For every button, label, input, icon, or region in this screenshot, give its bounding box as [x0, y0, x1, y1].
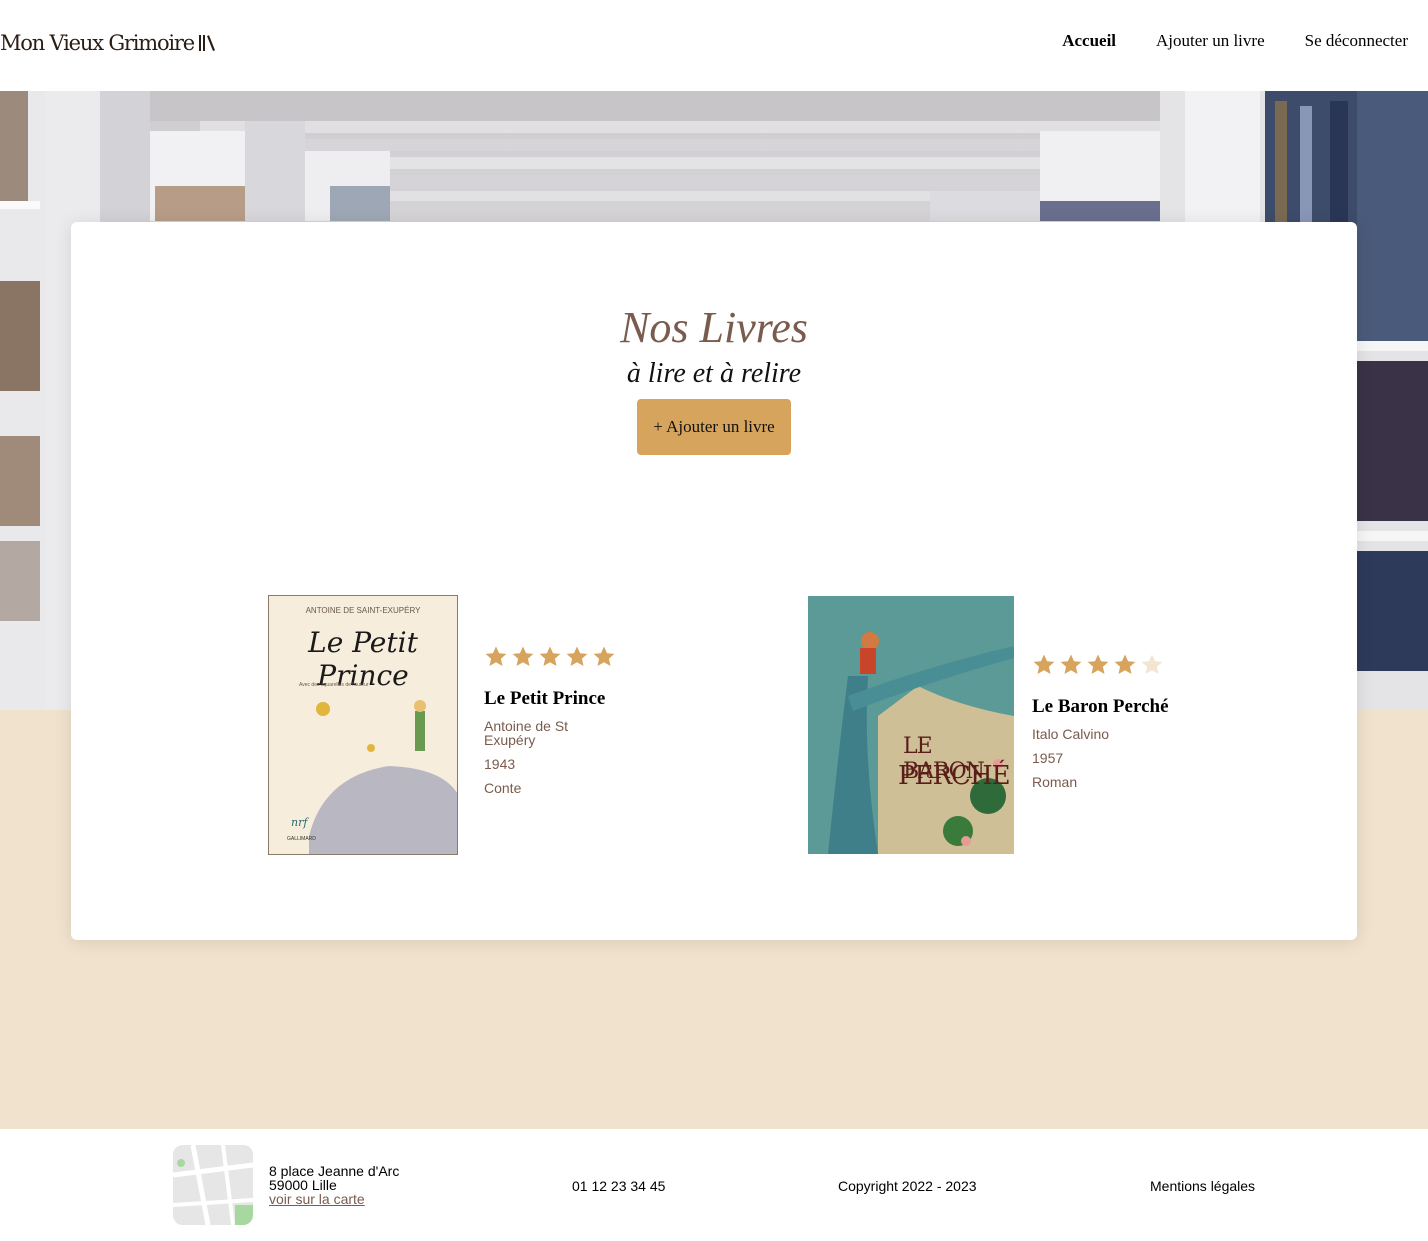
books-card: Nos Livres à lire et à relire + Ajouter …: [71, 222, 1357, 940]
page-title: Nos Livres: [620, 303, 808, 352]
cover-illustration: [808, 596, 1014, 854]
star-filled-icon: [593, 646, 615, 666]
book-author: Italo Calvino: [1032, 726, 1110, 742]
nav-add-book[interactable]: Ajouter un livre: [1156, 31, 1265, 51]
rating-stars: [1032, 653, 1164, 677]
footer: 8 place Jeanne d'Arc 59000 Lille voir su…: [0, 1129, 1428, 1241]
books-logo-icon: [199, 35, 215, 51]
star-filled-icon: [485, 646, 507, 666]
map-link[interactable]: voir sur la carte: [269, 1191, 365, 1207]
book-year: 1943: [484, 756, 516, 772]
address-line1: 8 place Jeanne d'Arc: [269, 1163, 400, 1179]
add-book-button[interactable]: + Ajouter un livre: [637, 399, 791, 455]
star-filled-icon: [566, 646, 588, 666]
page-subtitle: à lire et à relire: [626, 358, 802, 389]
address-line2: 59000 Lille: [269, 1177, 337, 1193]
copyright: Copyright 2022 - 2023: [838, 1178, 977, 1194]
address: 8 place Jeanne d'Arc 59000 Lille voir su…: [269, 1164, 399, 1206]
nav-home[interactable]: Accueil: [1062, 31, 1116, 51]
star-filled-icon: [1114, 654, 1136, 674]
book-item[interactable]: LE BARON PERCHÉ Le Baron Perché Italo Ca…: [808, 596, 1188, 854]
book-genre: Roman: [1032, 774, 1078, 790]
star-filled-icon: [539, 646, 561, 666]
star-filled-icon: [1060, 654, 1082, 674]
book-cover[interactable]: ANTOINE DE SAINT-EXUPÉRY Le Petit Prince…: [268, 595, 458, 855]
cover-mark: nrf: [291, 816, 308, 829]
nav-logout[interactable]: Se déconnecter: [1305, 31, 1408, 51]
star-filled-icon: [1033, 654, 1055, 674]
star-filled-icon: [512, 646, 534, 666]
legal-link[interactable]: Mentions légales: [1150, 1178, 1255, 1194]
logo[interactable]: Mon Vieux Grimoire: [0, 31, 216, 55]
rating-stars: [484, 645, 616, 669]
book-title: Le Petit Prince: [484, 688, 606, 709]
star-filled-icon: [1087, 654, 1109, 674]
book-author: Antoine de St Exupéry: [484, 718, 569, 748]
book-cover[interactable]: LE BARON PERCHÉ: [808, 596, 1014, 854]
map-thumbnail[interactable]: [173, 1145, 253, 1225]
phone: 01 12 23 34 45: [572, 1178, 666, 1194]
logo-text: Mon Vieux Grimoire: [0, 31, 195, 55]
star-empty-icon: [1141, 654, 1163, 674]
book-item[interactable]: ANTOINE DE SAINT-EXUPÉRY Le Petit Prince…: [268, 595, 628, 855]
map-illustration: [173, 1145, 253, 1225]
cover-publisher: GALLIMARD: [287, 836, 316, 842]
book-year: 1957: [1032, 750, 1064, 766]
book-title: Le Baron Perché: [1032, 696, 1169, 717]
header: Mon Vieux Grimoire Accueil Ajouter un li…: [0, 0, 1428, 91]
cover-title-line2: PERCHÉ: [898, 761, 1011, 791]
book-genre: Conte: [484, 780, 522, 796]
main-nav: Accueil Ajouter un livre Se déconnecter: [1062, 31, 1408, 51]
